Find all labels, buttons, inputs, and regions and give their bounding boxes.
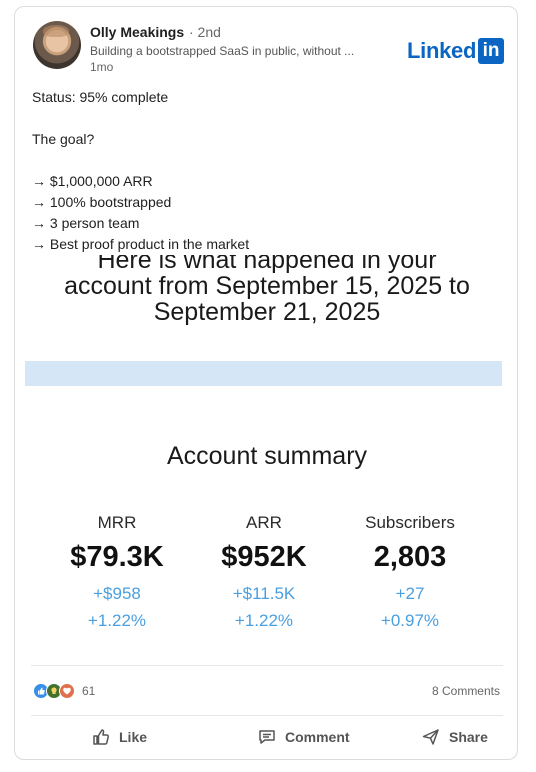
post-line bbox=[32, 150, 502, 171]
reaction-count: 61 bbox=[82, 684, 96, 698]
metric-mrr: MRR $79.3K +$958 +1.22% bbox=[42, 513, 192, 631]
metric-percent: +1.22% bbox=[234, 611, 294, 630]
comments-count-link[interactable]: 8 Comments bbox=[432, 684, 500, 698]
linkedin-logo-text: Linked bbox=[407, 38, 477, 63]
comment-label: Comment bbox=[285, 729, 350, 745]
email-headline-line: account from September 15, 2025 to bbox=[64, 272, 470, 300]
metric-arr: ARR $952K +$11.5K +1.22% bbox=[189, 513, 339, 631]
share-icon bbox=[422, 729, 439, 745]
comment-button[interactable]: Comment bbox=[257, 727, 350, 747]
linkedin-logo-box: in bbox=[478, 38, 505, 64]
metric-value: $952K bbox=[221, 541, 307, 573]
post-line: → 100% bootstrapped bbox=[32, 194, 172, 210]
email-headline-line: Here is what happened in your bbox=[97, 255, 437, 274]
metric-delta: +$11.5K bbox=[232, 584, 296, 603]
account-summary-title: Account summary bbox=[166, 442, 368, 470]
metric-value: $79.3K bbox=[70, 541, 164, 573]
share-label: Share bbox=[449, 729, 488, 745]
metric-label: ARR bbox=[246, 513, 282, 532]
author-headline: Building a bootstrapped SaaS in public, … bbox=[90, 44, 355, 58]
metric-percent: +0.97% bbox=[380, 611, 440, 630]
post-line: → 3 person team bbox=[32, 215, 140, 231]
like-label: Like bbox=[119, 729, 148, 745]
like-button[interactable]: Like bbox=[91, 727, 147, 747]
post-time: 1mo bbox=[90, 60, 114, 74]
comment-icon bbox=[259, 730, 275, 744]
linkedin-post-card: Olly Meakings · 2nd Building a bootstrap… bbox=[14, 6, 518, 760]
metric-label: Subscribers bbox=[365, 513, 455, 532]
post-line: Status: 95% complete bbox=[32, 89, 169, 105]
metric-subscribers: Subscribers 2,803 +27 +0.97% bbox=[335, 513, 485, 631]
thumbs-up-icon bbox=[93, 729, 109, 745]
metric-label: MRR bbox=[97, 513, 137, 532]
reactions-summary[interactable]: 61 bbox=[33, 683, 95, 699]
blue-band bbox=[25, 361, 502, 386]
share-button[interactable]: Share bbox=[421, 727, 488, 747]
divider bbox=[31, 665, 503, 666]
metric-value: 2,803 bbox=[373, 541, 447, 573]
post-line bbox=[32, 108, 502, 129]
linkedin-logo: Linked in bbox=[407, 38, 505, 64]
post-line: → $1,000,000 ARR bbox=[32, 173, 153, 189]
metric-delta: +27 bbox=[395, 584, 425, 603]
metric-delta: +$958 bbox=[93, 584, 141, 603]
metric-percent: +1.22% bbox=[87, 611, 147, 630]
love-icon bbox=[59, 683, 75, 699]
post-line: → Best proof product in the market bbox=[32, 236, 250, 252]
email-headline-line: September 21, 2025 bbox=[153, 298, 381, 326]
author-avatar[interactable] bbox=[33, 21, 81, 69]
author-name[interactable]: Olly Meakings bbox=[90, 24, 184, 40]
email-headline: Here is what happened in your account fr… bbox=[15, 255, 517, 326]
divider bbox=[31, 715, 503, 716]
post-text: Status: 95% complete The goal? → $1,000,… bbox=[32, 87, 502, 255]
post-line: The goal? bbox=[32, 131, 95, 147]
connection-degree: · 2nd bbox=[189, 24, 221, 40]
post-image[interactable]: Here is what happened in your account fr… bbox=[15, 255, 517, 661]
